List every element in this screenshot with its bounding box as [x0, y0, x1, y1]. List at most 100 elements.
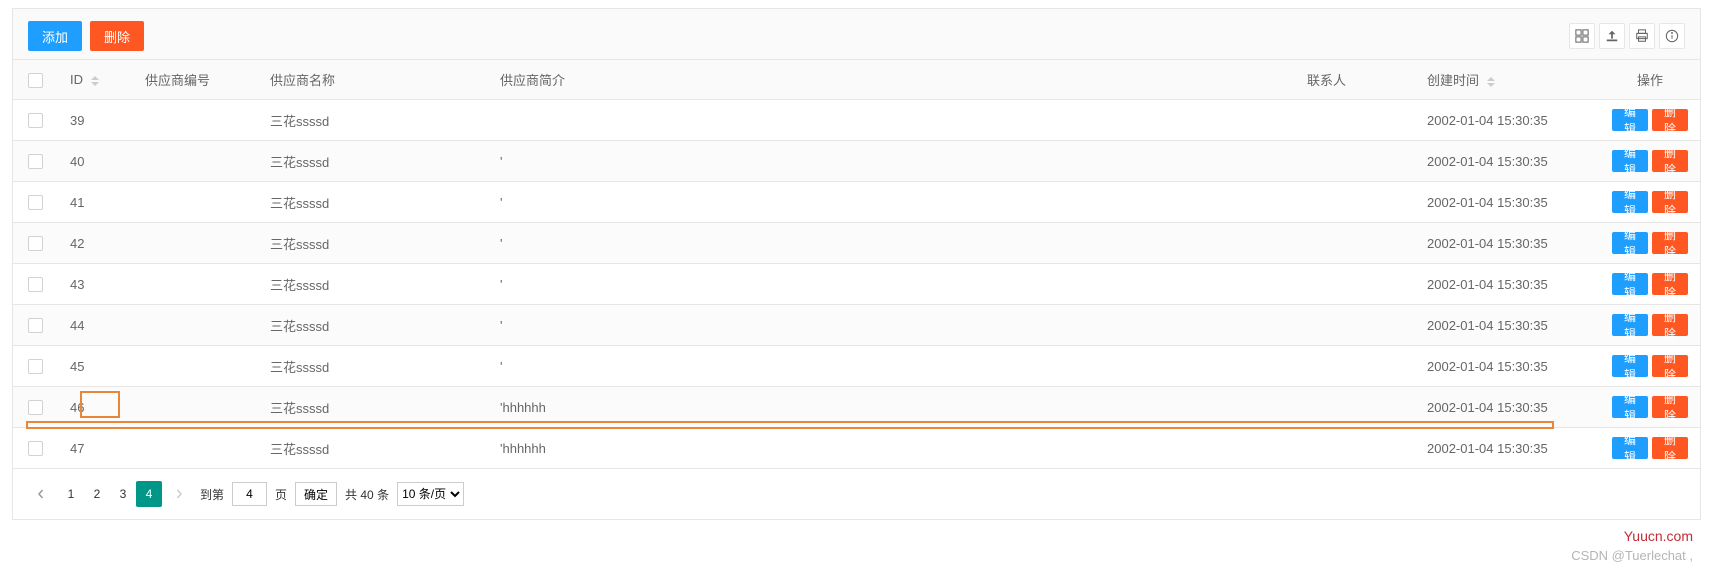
pager-page-2[interactable]: 2 [84, 481, 110, 507]
col-header-op: 操作 [1600, 60, 1700, 100]
col-header-label: 创建时间 [1427, 73, 1479, 88]
cell-contact [1295, 305, 1415, 346]
export-icon[interactable] [1599, 23, 1625, 49]
row-delete-button[interactable]: 删除 [1652, 109, 1688, 131]
cell-contact [1295, 141, 1415, 182]
info-icon[interactable] [1659, 23, 1685, 49]
sort-icon[interactable] [1487, 77, 1495, 87]
row-checkbox[interactable] [28, 195, 43, 210]
footer-watermark: CSDN @Tuerlechat , [0, 548, 1713, 563]
cell-desc: ' [488, 305, 1295, 346]
columns-icon[interactable] [1569, 23, 1595, 49]
edit-button[interactable]: 编辑 [1612, 437, 1648, 459]
cell-id: 47 [58, 428, 133, 469]
col-header-created[interactable]: 创建时间 [1415, 60, 1600, 100]
cell-supplier-no [133, 223, 258, 264]
pager-goto-prefix: 到第 [200, 486, 224, 503]
pager-goto-input[interactable] [232, 482, 267, 506]
table-header-row: ID 供应商编号 供应商名称 供应商简介 联系人 创建时间 操作 [13, 60, 1700, 100]
cell-created: 2002-01-04 15:30:35 [1415, 346, 1600, 387]
cell-id: 45 [58, 346, 133, 387]
row-checkbox[interactable] [28, 318, 43, 333]
pager-page-1[interactable]: 1 [58, 481, 84, 507]
select-all-checkbox[interactable] [28, 73, 43, 88]
cell-contact [1295, 387, 1415, 428]
cell-id: 43 [58, 264, 133, 305]
edit-button[interactable]: 编辑 [1612, 232, 1648, 254]
table-row: 39三花ssssd2002-01-04 15:30:35编辑删除 [13, 100, 1700, 141]
pager-page-3[interactable]: 3 [110, 481, 136, 507]
row-delete-button[interactable]: 删除 [1652, 355, 1688, 377]
row-delete-button[interactable]: 删除 [1652, 437, 1688, 459]
edit-button[interactable]: 编辑 [1612, 273, 1648, 295]
row-delete-button[interactable]: 删除 [1652, 396, 1688, 418]
cell-created: 2002-01-04 15:30:35 [1415, 387, 1600, 428]
cell-created: 2002-01-04 15:30:35 [1415, 264, 1600, 305]
cell-created: 2002-01-04 15:30:35 [1415, 182, 1600, 223]
edit-button[interactable]: 编辑 [1612, 355, 1648, 377]
cell-desc: ' [488, 264, 1295, 305]
row-checkbox[interactable] [28, 277, 43, 292]
row-checkbox[interactable] [28, 359, 43, 374]
cell-supplier-no [133, 305, 258, 346]
table: ID 供应商编号 供应商名称 供应商简介 联系人 创建时间 操作 39三花sss… [13, 59, 1700, 469]
toolbar: 添加 删除 [13, 9, 1700, 59]
cell-contact [1295, 182, 1415, 223]
cell-id: 42 [58, 223, 133, 264]
row-delete-button[interactable]: 删除 [1652, 150, 1688, 172]
row-checkbox[interactable] [28, 441, 43, 456]
pager-page-4[interactable]: 4 [136, 481, 162, 507]
delete-button[interactable]: 删除 [90, 21, 144, 51]
cell-supplier-no [133, 182, 258, 223]
cell-supplier-name: 三花ssssd [258, 305, 488, 346]
col-header-contact: 联系人 [1295, 60, 1415, 100]
table-row: 46三花ssssd'hhhhhh2002-01-04 15:30:35编辑删除 [13, 387, 1700, 428]
col-header-id[interactable]: ID [58, 60, 133, 100]
pager-prev-button[interactable] [28, 481, 54, 507]
edit-button[interactable]: 编辑 [1612, 314, 1648, 336]
sort-icon[interactable] [91, 76, 99, 86]
row-checkbox[interactable] [28, 154, 43, 169]
cell-created: 2002-01-04 15:30:35 [1415, 141, 1600, 182]
cell-supplier-name: 三花ssssd [258, 223, 488, 264]
row-checkbox[interactable] [28, 113, 43, 128]
table-row: 40三花ssssd'2002-01-04 15:30:35编辑删除 [13, 141, 1700, 182]
cell-contact [1295, 346, 1415, 387]
cell-desc: ' [488, 182, 1295, 223]
pager-size-select[interactable]: 10 条/页 [397, 482, 464, 506]
cell-created: 2002-01-04 15:30:35 [1415, 223, 1600, 264]
pager-confirm-button[interactable]: 确定 [295, 482, 337, 506]
cell-created: 2002-01-04 15:30:35 [1415, 100, 1600, 141]
add-button[interactable]: 添加 [28, 21, 82, 51]
cell-supplier-name: 三花ssssd [258, 264, 488, 305]
data-panel: 添加 删除 ID [12, 8, 1701, 520]
row-delete-button[interactable]: 删除 [1652, 314, 1688, 336]
row-delete-button[interactable]: 删除 [1652, 273, 1688, 295]
edit-button[interactable]: 编辑 [1612, 396, 1648, 418]
col-header-label: ID [70, 72, 83, 87]
cell-desc: 'hhhhhh [488, 428, 1295, 469]
cell-desc [488, 100, 1295, 141]
cell-supplier-name: 三花ssssd [258, 141, 488, 182]
row-delete-button[interactable]: 删除 [1652, 232, 1688, 254]
col-header-desc: 供应商简介 [488, 60, 1295, 100]
cell-id: 46 [58, 387, 133, 428]
row-checkbox[interactable] [28, 400, 43, 415]
row-delete-button[interactable]: 删除 [1652, 191, 1688, 213]
pager-goto-suffix: 页 [275, 486, 287, 503]
cell-id: 44 [58, 305, 133, 346]
table-row: 45三花ssssd'2002-01-04 15:30:35编辑删除 [13, 346, 1700, 387]
cell-id: 41 [58, 182, 133, 223]
cell-supplier-no [133, 264, 258, 305]
cell-supplier-no [133, 428, 258, 469]
edit-button[interactable]: 编辑 [1612, 150, 1648, 172]
table-row: 44三花ssssd'2002-01-04 15:30:35编辑删除 [13, 305, 1700, 346]
edit-button[interactable]: 编辑 [1612, 191, 1648, 213]
edit-button[interactable]: 编辑 [1612, 109, 1648, 131]
row-checkbox[interactable] [28, 236, 43, 251]
cell-supplier-name: 三花ssssd [258, 428, 488, 469]
table-row: 43 三花ssssd' 2002-01-04 15:30:35 编辑删除 [13, 264, 1700, 305]
cell-desc: ' [488, 223, 1295, 264]
print-icon[interactable] [1629, 23, 1655, 49]
pager-next-button[interactable] [166, 481, 192, 507]
